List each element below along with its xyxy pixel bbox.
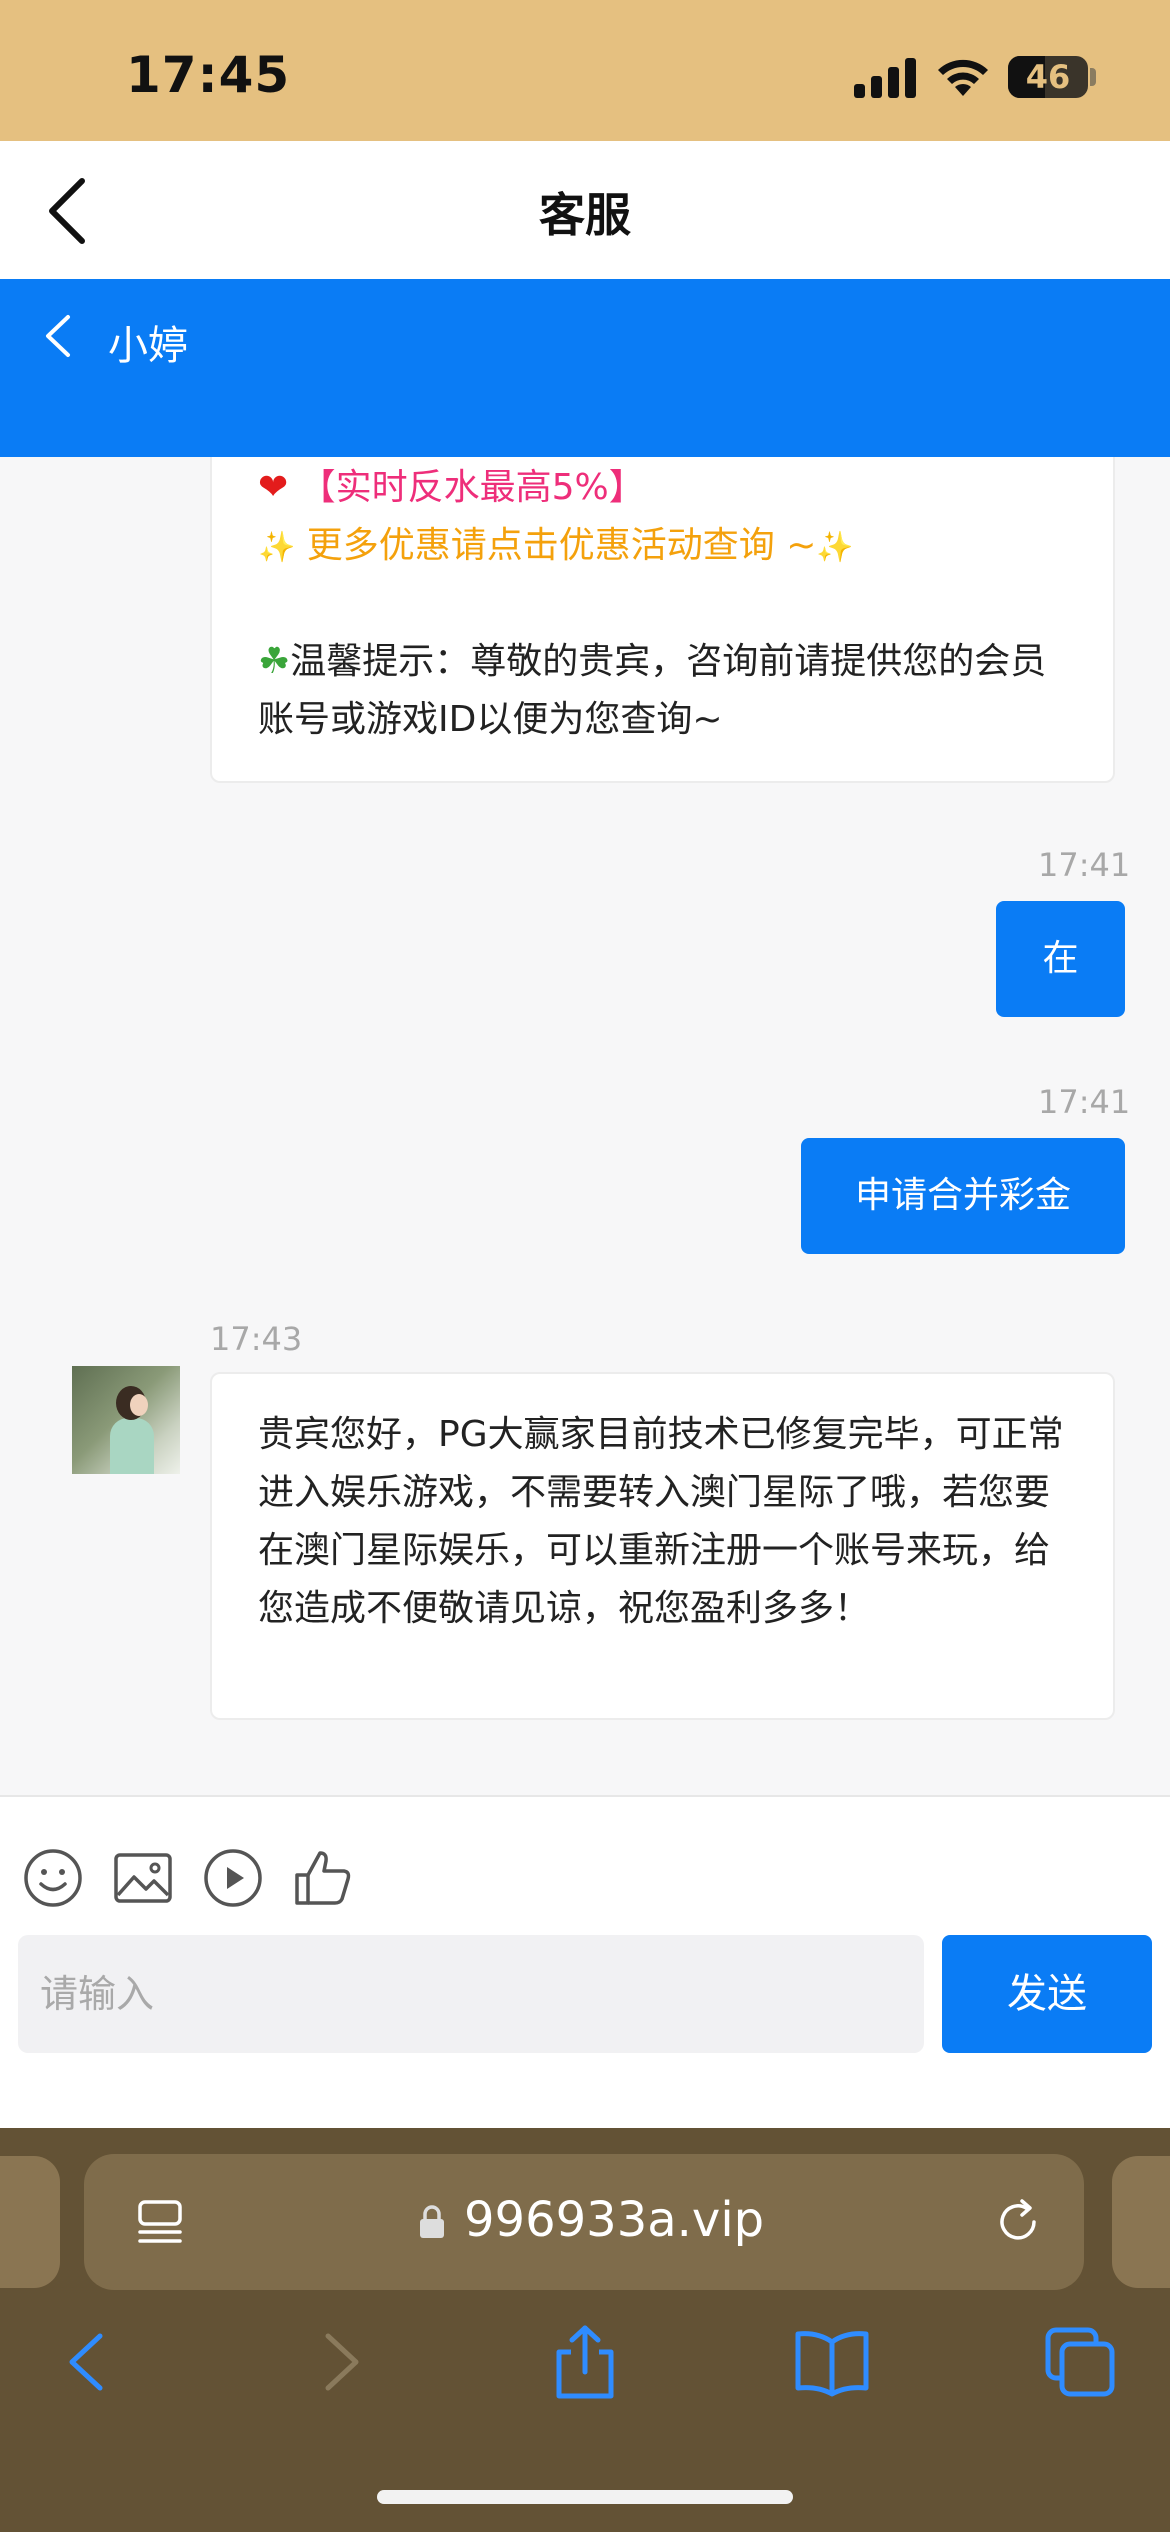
home-indicator[interactable]	[377, 2490, 793, 2504]
promo-more: 更多优惠请点击优惠活动查询 ~	[295, 525, 817, 566]
composer: 发送	[0, 1795, 1170, 2128]
url-text[interactable]: 996933a.vip	[464, 2192, 764, 2248]
promo-rebate: 【实时反水最高5%】	[299, 467, 645, 508]
address-bar[interactable]: 996933a.vip	[84, 2154, 1084, 2290]
title-bar: 客服	[0, 141, 1170, 279]
wifi-icon	[938, 59, 988, 96]
user-message: 在	[996, 901, 1125, 1017]
browser-back-icon[interactable]	[48, 2322, 128, 2402]
previous-tab-preview[interactable]	[0, 2156, 60, 2288]
tip-line: ☘温馨提示：尊敬的贵宾，咨询前请提供您的会员账号或游戏ID以便为您查询~	[258, 633, 1067, 749]
chat-header: 小婷	[0, 279, 1170, 457]
sparkle-icon: ✨	[816, 530, 854, 565]
agent-avatar[interactable]	[72, 1366, 180, 1474]
message-timestamp: 17:41	[1038, 1083, 1131, 1121]
chat-back-icon[interactable]	[40, 311, 76, 361]
message-timestamp: 17:41	[1038, 846, 1131, 884]
reader-icon[interactable]	[134, 2196, 186, 2248]
status-bar: 17:45 46	[0, 0, 1170, 141]
share-icon[interactable]	[545, 2322, 625, 2402]
browser-forward-icon[interactable]	[300, 2322, 380, 2402]
promo-rebate-line: ❤ 【实时反水最高5%】	[258, 459, 1067, 517]
like-button[interactable]	[292, 1847, 354, 1909]
tabs-icon[interactable]	[1040, 2322, 1120, 2402]
battery-icon: 46	[1008, 56, 1088, 98]
reload-icon[interactable]	[992, 2196, 1044, 2248]
battery-level: 46	[1025, 58, 1071, 96]
message-input[interactable]	[18, 1935, 924, 2053]
cellular-signal-icon	[854, 58, 918, 98]
agent-name: 小婷	[108, 323, 188, 369]
bookmarks-icon[interactable]	[792, 2322, 872, 2402]
page-title: 客服	[539, 188, 631, 242]
next-tab-preview[interactable]	[1112, 2156, 1170, 2288]
sparkle-icon: ✨	[258, 530, 296, 565]
message-timestamp: 17:43	[210, 1320, 303, 1358]
promo-more-line[interactable]: ✨ 更多优惠请点击优惠活动查询 ~✨	[258, 517, 1067, 577]
agent-message: 贵宾您好，PG大赢家目前技术已修复完毕，可正常进入娱乐游戏，不需要转入澳门星际了…	[210, 1372, 1115, 1720]
image-button[interactable]	[112, 1847, 174, 1909]
emoji-button[interactable]	[22, 1847, 84, 1909]
play-icon	[204, 1849, 262, 1907]
heart-icon: ❤	[258, 467, 289, 508]
message-list[interactable]: ❤ 【实时反水最高5%】 ✨ 更多优惠请点击优惠活动查询 ~✨ ☘温馨提示：尊敬…	[0, 457, 1170, 1795]
browser-toolbar: 996933a.vip	[0, 2128, 1170, 2532]
status-time: 17:45	[126, 46, 291, 104]
clover-icon: ☘	[258, 641, 291, 682]
user-message: 申请合并彩金	[801, 1138, 1125, 1254]
tip-text: 温馨提示：尊敬的贵宾，咨询前请提供您的会员账号或游戏ID以便为您查询~	[258, 641, 1047, 740]
smiley-icon	[24, 1849, 82, 1907]
welcome-message: ❤ 【实时反水最高5%】 ✨ 更多优惠请点击优惠活动查询 ~✨ ☘温馨提示：尊敬…	[210, 457, 1115, 783]
video-button[interactable]	[202, 1847, 264, 1909]
send-button[interactable]: 发送	[942, 1935, 1152, 2053]
lock-icon	[420, 2205, 444, 2238]
image-icon	[114, 1853, 172, 1903]
thumbs-up-icon	[295, 1851, 351, 1905]
